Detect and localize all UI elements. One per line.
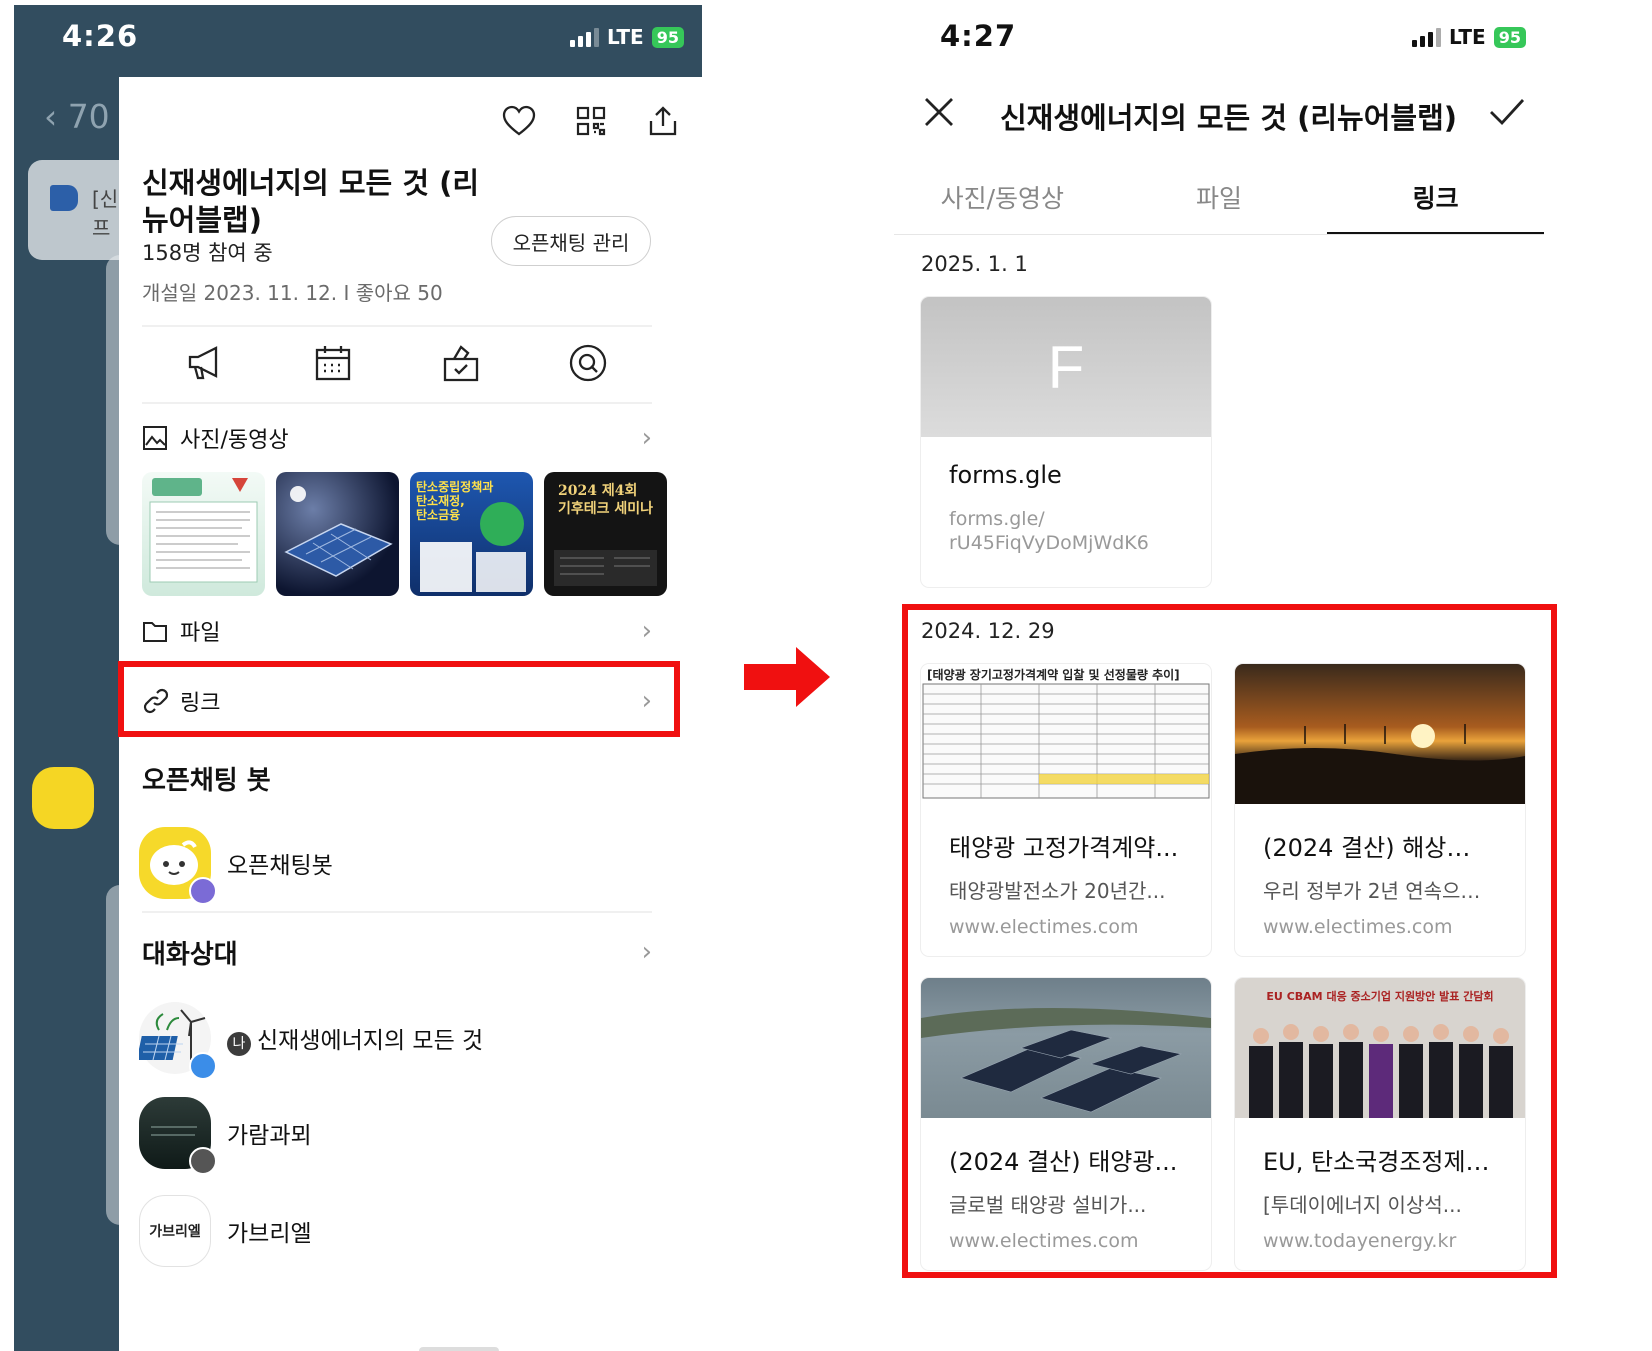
bot-avatar: [32, 767, 94, 829]
menu-files-label: 파일: [180, 621, 221, 646]
link-card[interactable]: F forms.gle forms.gle/ rU45FiqVyDoMjWdK6: [921, 297, 1211, 587]
manage-openchat-button[interactable]: 오픈채팅 관리: [491, 216, 651, 266]
avatar-text: 가브리엘: [149, 1224, 201, 1240]
notice-text: [신 프: [92, 187, 119, 240]
tab-bar: 사진/동영상 파일 링크: [894, 165, 1544, 235]
signal-icon: [569, 27, 599, 47]
highlight-box: [902, 604, 1557, 1278]
member-name: 나 신재생에너지의 모든 것: [227, 1021, 483, 1056]
vote-box-icon[interactable]: [438, 340, 484, 386]
link-body: forms.gle forms.gle/ rU45FiqVyDoMjWdK6: [921, 437, 1211, 555]
arrow-right-icon: [744, 647, 830, 711]
close-icon[interactable]: [922, 95, 956, 133]
highlight-box: [118, 661, 680, 737]
photo-thumbnail[interactable]: [142, 472, 265, 596]
menu-files[interactable]: 파일 ›: [142, 607, 652, 655]
status-bar: 4:26 LTE 95: [14, 5, 702, 75]
divider: [142, 325, 652, 327]
megaphone-icon[interactable]: [183, 340, 229, 386]
link-url: forms.gle/ rU45FiqVyDoMjWdK6: [949, 508, 1149, 554]
divider: [142, 911, 652, 913]
member-count: 158명 참여 중: [142, 241, 273, 265]
member-avatar: 가브리엘: [139, 1195, 211, 1267]
member-avatar: [136, 1002, 217, 1080]
date-group-label: 2025. 1. 1: [921, 252, 1028, 276]
photo-thumbnail[interactable]: [276, 472, 399, 596]
link-thumbnail: F: [921, 297, 1211, 437]
members-section-title: 대화상대: [142, 939, 238, 970]
tab-photos[interactable]: 사진/동영상: [894, 165, 1111, 235]
member-avatar: [139, 1097, 217, 1175]
bot-section-title: 오픈채팅 봇: [142, 766, 271, 796]
me-badge: 나: [227, 1031, 251, 1056]
bot-name: 오픈채팅봇: [227, 853, 333, 879]
tab-files[interactable]: 파일: [1111, 165, 1328, 235]
photo-thumbnail[interactable]: 탄소중립정책과 탄소재정, 탄소금융: [410, 472, 533, 596]
room-title: 신재생에너지의 모든 것 (리뉴어블랩): [142, 166, 480, 237]
status-time: 4:26: [62, 19, 139, 53]
quick-actions: [142, 340, 652, 386]
network-label: LTE: [1448, 25, 1486, 49]
member-item[interactable]: 가람과뫼: [139, 1097, 649, 1175]
page-title: 신재생에너지의 모든 것 (리뉴어블랩): [1000, 101, 1457, 135]
chevron-right-icon: ›: [641, 616, 652, 646]
member-item[interactable]: 가브리엘 가브리엘: [139, 1195, 649, 1267]
home-indicator: [419, 1347, 499, 1351]
bot-item[interactable]: 오픈채팅봇: [139, 827, 649, 905]
signal-icon: [1411, 27, 1441, 47]
status-indicators: LTE 95: [1411, 25, 1526, 49]
battery-icon: 95: [651, 26, 684, 48]
menu-photos[interactable]: 사진/동영상 ›: [142, 414, 652, 462]
bot-avatar: [139, 827, 217, 905]
heart-icon[interactable]: [500, 102, 538, 140]
qr-code-icon[interactable]: [572, 102, 610, 140]
notice-megaphone-icon: [50, 185, 78, 211]
menu-photos-label: 사진/동영상: [180, 428, 289, 453]
link-title: forms.gle: [949, 461, 1062, 489]
search-q-icon[interactable]: [565, 340, 611, 386]
chevron-right-icon: ›: [641, 423, 652, 453]
tab-divider: [894, 234, 1544, 235]
photo-thumbnail[interactable]: 2024 제4회 기후테크 세미나: [544, 472, 667, 596]
member-name: 가람과뫼: [227, 1123, 312, 1149]
back-icon[interactable]: ‹ 70: [44, 97, 110, 136]
share-icon[interactable]: [644, 102, 682, 140]
back-count: 70: [67, 97, 110, 136]
photo-thumbnails: 탄소중립정책과 탄소재정, 탄소금융 2024 제4회 기후테크 세미나: [142, 472, 667, 596]
member-name: 가브리엘: [227, 1221, 312, 1247]
status-indicators: LTE 95: [569, 25, 684, 49]
member-badge-icon: [189, 1147, 217, 1175]
status-bar: 4:27 LTE 95: [894, 5, 1544, 75]
tab-links[interactable]: 링크: [1327, 165, 1544, 235]
members-header[interactable]: 대화상대 ›: [142, 927, 652, 977]
folder-icon: [142, 617, 170, 645]
page-header: 신재생에너지의 모든 것 (리뉴어블랩): [894, 85, 1544, 145]
bot-badge-icon: [189, 877, 217, 905]
owner-crown-icon: [189, 1052, 217, 1080]
member-item[interactable]: 나 신재생에너지의 모든 것: [136, 1002, 649, 1080]
check-icon[interactable]: [1488, 97, 1526, 131]
status-time: 4:27: [940, 19, 1017, 53]
link-letter-icon: F: [1047, 333, 1085, 401]
battery-icon: 95: [1493, 26, 1526, 48]
divider: [142, 402, 652, 404]
chevron-right-icon: ›: [641, 937, 652, 967]
network-label: LTE: [606, 25, 644, 49]
photo-icon: [142, 424, 170, 452]
open-date-likes: 개설일 2023. 11. 12. I 좋아요 50: [142, 281, 443, 305]
drawer-toolbar: [500, 102, 682, 140]
calendar-icon[interactable]: [310, 340, 356, 386]
